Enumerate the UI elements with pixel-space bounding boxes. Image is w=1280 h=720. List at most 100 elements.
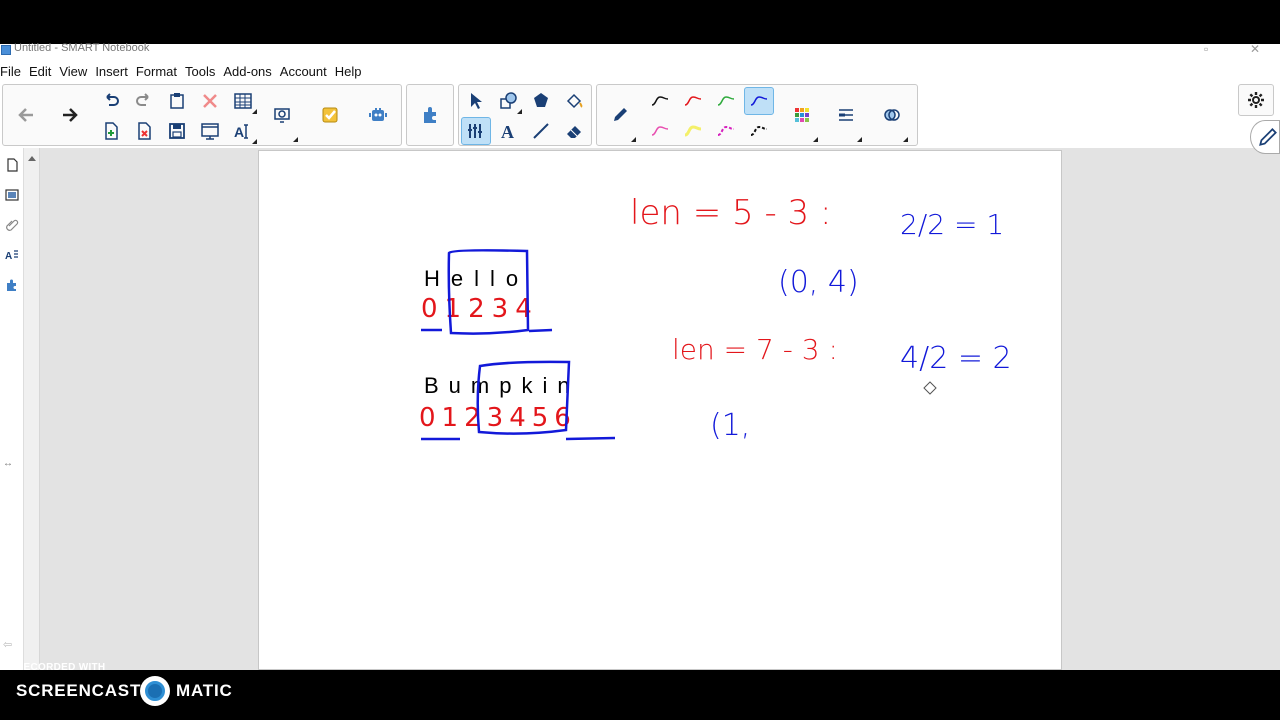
highlighter-yellow[interactable] [678,117,708,145]
screen-shade-button[interactable] [195,117,225,145]
pen-dashed-magenta[interactable] [711,117,741,145]
lesson-activity-button[interactable] [361,87,395,143]
menu-add-ons[interactable]: Add-ons [223,64,275,79]
back-arrow-icon [18,108,33,122]
note-half2: 4/2 = 2 [900,341,1012,376]
brand-matic: MATIC [176,681,233,700]
paste-button[interactable] [162,87,192,115]
forward-arrow-icon [63,108,78,122]
shapes-icon [500,92,517,109]
pen-color-red[interactable] [678,87,708,115]
remove-page-button[interactable] [129,117,159,145]
close-window-icon[interactable]: ✕ [1250,42,1260,56]
polygon-button[interactable] [526,87,556,115]
undo-button[interactable] [96,87,126,115]
properties-tab[interactable]: A [3,244,21,266]
add-ons-tab[interactable] [3,274,21,296]
fill-button[interactable] [559,87,589,115]
menu-edit[interactable]: Edit [29,64,55,79]
menu-help[interactable]: Help [335,64,366,79]
menu-tools[interactable]: Tools [185,64,219,79]
shapes-button[interactable] [493,87,523,115]
delete-button[interactable] [195,87,225,115]
pen-icon [614,108,627,121]
eraser-button[interactable] [559,117,589,145]
pen-color-pink[interactable] [645,117,675,145]
add-page-button[interactable] [96,117,126,145]
document-camera-button[interactable] [265,87,299,143]
add-page-icon [105,122,118,140]
black-dashed-pen-icon [750,125,768,136]
floating-pen-button[interactable] [1250,120,1280,154]
panel-resize-handle[interactable]: ↔ [3,458,13,469]
gallery-tab[interactable] [3,184,21,206]
maximize-icon[interactable]: ▫ [1204,42,1208,56]
window-title: Untitled - SMART Notebook [14,42,150,54]
svg-text:A: A [5,251,12,262]
ink-fill-button[interactable] [875,87,909,143]
pen-button[interactable] [603,87,637,143]
note-range1: (0, 4) [778,265,859,300]
index-digit: 1 [444,294,462,324]
line-style-button[interactable] [829,87,863,143]
index-digit: 3 [486,403,504,433]
floating-pen-icon [1259,128,1277,146]
measure-tools-button[interactable] [461,117,491,145]
menu-account[interactable]: Account [280,64,331,79]
text-button[interactable]: A [493,117,523,145]
menu-format[interactable]: Format [136,64,181,79]
index-digit: 1 [441,403,459,433]
index-digit: 0 [419,403,436,433]
lesson-activity-icon [369,108,387,121]
pen-color-blue[interactable] [744,87,774,115]
svg-text:A: A [234,124,244,140]
index-digit: 6 [554,403,571,433]
fill-icon [566,93,583,109]
settings-button[interactable] [1241,86,1271,114]
line-button[interactable] [526,117,556,145]
undo-icon [106,93,119,106]
index-digit: 2 [464,403,481,433]
redo-button[interactable] [129,87,159,115]
index-digit: 0 [421,294,438,324]
pen-color-green[interactable] [711,87,741,115]
polygon-icon [534,93,548,107]
index-digit: 4 [515,294,532,324]
side-panel-scrollbar[interactable] [24,148,40,670]
pen-dashed-black[interactable] [744,117,774,145]
ink-fill-icon [884,109,900,121]
save-button[interactable] [162,117,192,145]
side-tabs: A ↔ ⇦ [0,148,24,670]
attachments-tab[interactable] [3,214,21,236]
save-icon [169,123,185,139]
text-properties-button[interactable]: A [228,117,258,145]
index-digit: 4 [509,403,526,433]
gallery-icon [5,189,19,201]
record-logo-icon [140,676,170,706]
back-button[interactable] [9,87,43,143]
add-ons-button[interactable] [413,87,447,143]
table-icon [234,93,252,109]
page-sorter-icon [7,158,18,172]
menu-insert[interactable]: Insert [95,64,132,79]
toolbar: A A [0,82,1280,148]
menu-view[interactable]: View [59,64,91,79]
remove-page-icon [138,122,151,140]
forward-button[interactable] [53,87,87,143]
toolbar-group-main: A [2,84,402,146]
page-sorter-tab[interactable] [3,154,21,176]
response-button[interactable] [313,87,347,143]
blue-pen-stroke-icon [750,96,768,106]
index-digit: 3 [491,294,509,324]
panel-collapse-icon[interactable]: ⇦ [3,638,12,651]
menu-file[interactable]: File [0,64,25,79]
pen-color-black[interactable] [645,87,675,115]
select-button[interactable] [461,87,491,115]
table-button[interactable] [228,87,258,115]
toolbar-group-add-ons [406,84,454,146]
text-icon: A [501,122,514,141]
properties-icon: A [5,250,18,262]
color-grid-button[interactable] [785,87,819,143]
menu-bar: File Edit View Insert Format Tools Add-o… [0,60,1280,82]
scroll-up-icon[interactable] [26,152,38,164]
